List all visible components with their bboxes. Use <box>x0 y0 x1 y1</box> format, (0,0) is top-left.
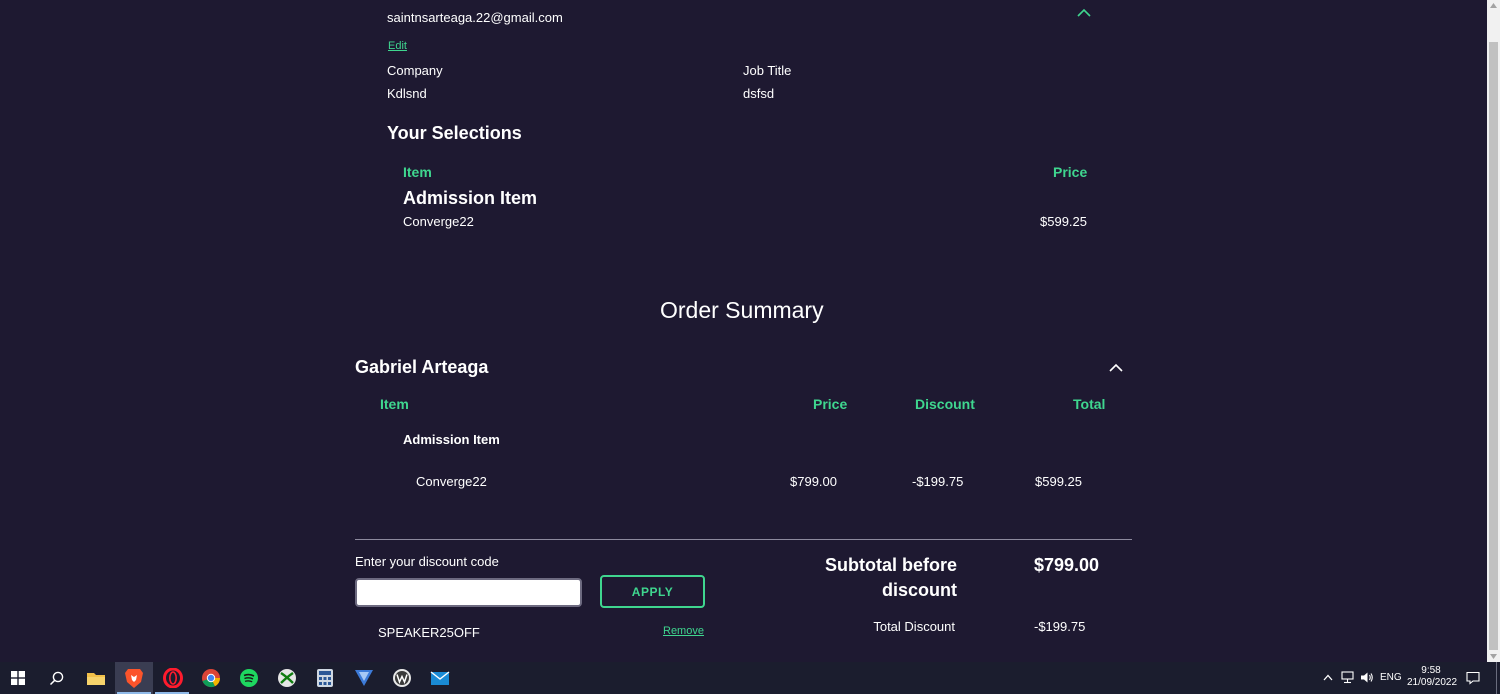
opera-browser-icon[interactable] <box>163 668 183 688</box>
selections-price-header: Price <box>1053 164 1088 180</box>
summary-row-discount: -$199.75 <box>912 474 964 489</box>
selections-category: Admission Item <box>403 188 538 208</box>
total-discount-label: Total Discount <box>873 619 955 634</box>
volume-icon[interactable] <box>1360 671 1374 684</box>
brave-browser-icon[interactable] <box>124 668 144 689</box>
xbox-icon[interactable] <box>277 668 297 688</box>
clock-date: 21/09/2022 <box>1407 677 1458 688</box>
selections-item-price: $599.25 <box>1040 214 1087 229</box>
summary-price-header: Price <box>813 396 848 412</box>
summary-row-total: $599.25 <box>1035 474 1082 489</box>
company-label: Company <box>387 63 443 78</box>
summary-item-header: Item <box>380 396 409 412</box>
windows-taskbar: ENG 9:58 21/09/2022 <box>0 662 1500 694</box>
scrollbar-thumb[interactable] <box>1489 42 1498 650</box>
order-summary-heading: Order Summary <box>660 297 824 323</box>
attendee-name: Gabriel Arteaga <box>355 357 489 377</box>
discount-code-label: Enter your discount code <box>355 554 499 569</box>
chrome-icon[interactable] <box>201 668 221 688</box>
total-discount-value: -$199.75 <box>1034 619 1086 634</box>
search-icon[interactable] <box>49 670 65 686</box>
spotify-icon[interactable] <box>239 668 259 688</box>
wordpress-icon[interactable] <box>392 668 412 688</box>
vertical-scrollbar[interactable] <box>1487 0 1500 662</box>
system-clock[interactable]: 9:58 21/09/2022 <box>1407 665 1458 689</box>
subtotal-value: $799.00 <box>1034 555 1100 575</box>
subtotal-label: Subtotal before discount <box>790 553 957 603</box>
scroll-up-arrow-icon[interactable] <box>1490 3 1497 8</box>
network-icon[interactable] <box>1341 671 1355 684</box>
selections-item-header: Item <box>403 164 432 180</box>
subtotal-label-line2: discount <box>882 580 957 600</box>
windows-start-icon[interactable] <box>11 671 25 685</box>
edit-link[interactable]: Edit <box>388 40 407 52</box>
subtotal-label-line1: Subtotal before <box>824 555 957 575</box>
selections-item-name: Converge22 <box>403 214 474 229</box>
summary-total-header: Total <box>1073 396 1106 412</box>
your-selections-heading: Your Selections <box>387 123 522 143</box>
collapse-chevron-up-icon[interactable] <box>1076 8 1092 18</box>
summary-discount-header: Discount <box>915 396 975 412</box>
mail-icon[interactable] <box>430 670 450 686</box>
calculator-icon[interactable] <box>316 668 334 688</box>
vpn-icon[interactable] <box>354 669 374 687</box>
summary-row-price: $799.00 <box>790 474 837 489</box>
attendee-collapse-chevron-icon[interactable] <box>1108 363 1124 373</box>
clock-time: 9:58 <box>1421 665 1441 676</box>
job-title-label: Job Title <box>743 63 792 78</box>
discount-code-input[interactable] <box>355 578 582 607</box>
notification-center-icon[interactable] <box>1466 671 1480 685</box>
summary-divider <box>355 539 1132 540</box>
remove-discount-link[interactable]: Remove <box>663 625 704 637</box>
file-explorer-icon[interactable] <box>86 670 106 686</box>
show-hidden-icons-chevron-icon[interactable] <box>1323 674 1333 681</box>
scroll-down-arrow-icon[interactable] <box>1490 654 1497 659</box>
show-desktop-button[interactable] <box>1496 662 1497 694</box>
attendee-email: saintnsarteaga.22@gmail.com <box>387 10 563 25</box>
summary-row-item: Converge22 <box>416 474 487 489</box>
job-title-value: dsfsd <box>743 86 775 101</box>
input-language[interactable]: ENG <box>1380 672 1402 683</box>
company-value: Kdlsnd <box>387 86 427 101</box>
summary-category: Admission Item <box>403 432 500 447</box>
apply-discount-button[interactable]: APPLY <box>600 575 705 608</box>
applied-discount-code: SPEAKER25OFF <box>378 625 480 640</box>
